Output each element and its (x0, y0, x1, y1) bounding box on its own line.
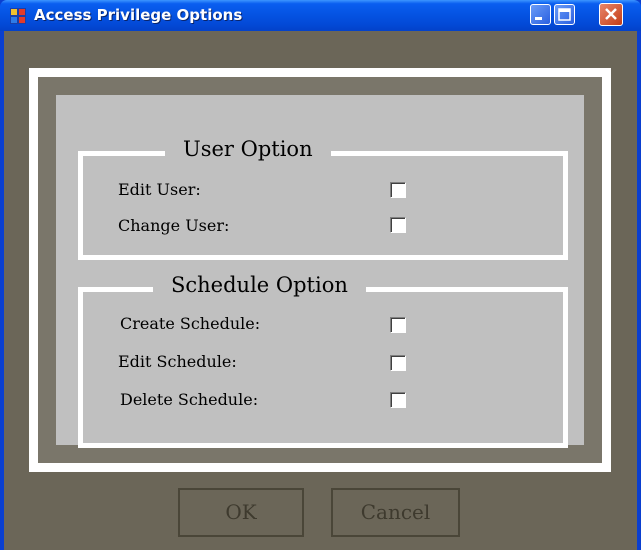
ok-button[interactable]: OK (178, 488, 304, 537)
maximize-button[interactable] (554, 4, 575, 25)
minimize-icon (535, 17, 542, 20)
dialog-window: Access Privilege Options User Option Edi… (0, 0, 641, 550)
create-schedule-checkbox[interactable] (390, 317, 406, 333)
edit-user-label: Edit User: (118, 180, 201, 199)
edit-schedule-checkbox[interactable] (390, 355, 406, 371)
close-button[interactable] (599, 3, 623, 26)
window-title: Access Privilege Options (34, 6, 243, 24)
options-panel: User Option Edit User: Change User: Sche… (56, 95, 584, 448)
edit-user-checkbox[interactable] (390, 182, 406, 198)
user-option-legend: User Option (165, 137, 331, 161)
app-window-icon (10, 8, 26, 24)
minimize-button[interactable] (530, 4, 551, 25)
delete-schedule-checkbox[interactable] (390, 392, 406, 408)
edit-schedule-label: Edit Schedule: (118, 352, 237, 371)
create-schedule-label: Create Schedule: (120, 314, 261, 333)
delete-schedule-label: Delete Schedule: (120, 390, 259, 409)
dialog-client-area: User Option Edit User: Change User: Sche… (4, 31, 637, 550)
change-user-label: Change User: (118, 216, 230, 235)
close-icon (605, 8, 617, 20)
schedule-option-legend: Schedule Option (153, 273, 366, 297)
cancel-button[interactable]: Cancel (331, 488, 460, 537)
maximize-icon (558, 8, 571, 21)
change-user-checkbox[interactable] (390, 217, 406, 233)
title-bar[interactable]: Access Privilege Options (0, 0, 641, 31)
user-option-group: User Option Edit User: Change User: (78, 137, 568, 260)
outer-frame: User Option Edit User: Change User: Sche… (29, 68, 611, 472)
schedule-option-group: Schedule Option Create Schedule: Edit Sc… (78, 273, 568, 448)
